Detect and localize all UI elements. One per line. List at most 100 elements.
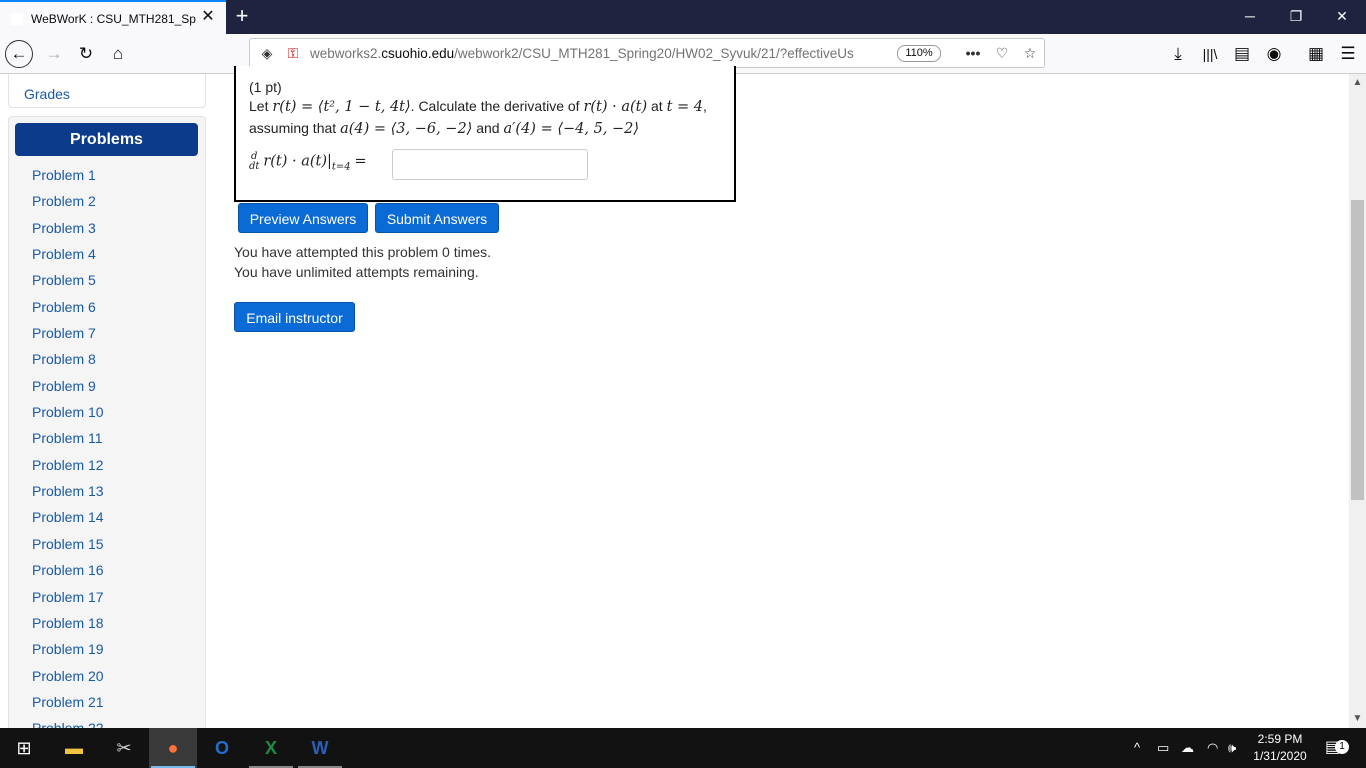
extensions-icon[interactable]: ▦ — [1302, 40, 1330, 68]
forward-icon[interactable]: → — [40, 40, 68, 68]
url-text[interactable]: webworks2.csuohio.edu/webwork2/CSU_MTH28… — [310, 46, 870, 61]
deriv-equals: = — [354, 153, 367, 170]
sidebar-problem-link[interactable]: Problem 9 — [32, 378, 104, 404]
show-hidden-icons-icon[interactable]: ^ — [1134, 728, 1140, 768]
text-at: at — [651, 98, 663, 114]
a-definition: a(4) = ⟨3, −6, −2⟩ — [340, 121, 473, 137]
problems-header[interactable]: Problems — [15, 123, 198, 156]
onedrive-icon[interactable]: ☁ — [1181, 728, 1194, 768]
home-icon[interactable]: ⌂ — [104, 40, 132, 68]
battery-icon[interactable]: ▭ — [1157, 728, 1169, 768]
derivative-expression: d dt r(t) · a(t)|t=4 = — [249, 152, 367, 173]
account-icon[interactable]: ◉ — [1260, 40, 1288, 68]
windows-start-icon[interactable]: ⊞ — [0, 728, 48, 768]
email-instructor-button[interactable]: Email instructor — [234, 302, 355, 332]
minimize-icon[interactable]: ─ — [1240, 6, 1260, 26]
problem-line-1: Let r(t) = ⟨t², 1 − t, 4t⟩. Calculate th… — [249, 98, 707, 115]
webwork-favicon-icon — [11, 13, 23, 25]
new-tab-icon[interactable]: + — [232, 5, 252, 27]
sidebar-problem-link[interactable]: Problem 7 — [32, 325, 104, 351]
browser-tab[interactable]: WeBWorK : CSU_MTH281_Sprin ✕ — [0, 0, 226, 34]
wifi-icon[interactable]: ◠ — [1207, 728, 1218, 768]
text-comma: , — [703, 98, 707, 114]
preview-answers-button[interactable]: Preview Answers — [238, 203, 368, 233]
remaining-message: You have unlimited attempts remaining. — [234, 264, 479, 280]
sidebar-problem-link[interactable]: Problem 16 — [32, 562, 104, 588]
problem-points: (1 pt) — [249, 79, 282, 95]
problem-list: Problem 1 Problem 2 Problem 3 Problem 4 Prob… — [32, 167, 104, 728]
sidebar-problem-link[interactable]: Problem 19 — [32, 641, 104, 667]
sidebar-problem-link[interactable]: Problem 2 — [32, 193, 104, 219]
sidebar-problem-link[interactable]: Problem 8 — [32, 351, 104, 377]
text-calc: . Calculate the derivative of — [410, 98, 580, 114]
action-center-icon[interactable]: ▤ 1 — [1325, 728, 1349, 768]
menu-icon[interactable]: ☰ — [1334, 40, 1362, 68]
text-and: and — [476, 120, 500, 136]
sidebar-problem-link[interactable]: Problem 11 — [32, 430, 104, 456]
library-icon[interactable]: |||\ — [1196, 40, 1224, 68]
sidebar-problem-link[interactable]: Problem 3 — [32, 220, 104, 246]
pocket-icon[interactable]: ♡ — [991, 42, 1013, 64]
page-actions-icon[interactable]: ••• — [962, 42, 984, 64]
download-icon[interactable]: ⤓ — [1164, 40, 1192, 68]
sidebar-problem-link[interactable]: Problem 5 — [32, 272, 104, 298]
course-sidebar: Grades Problems Problem 1 Problem 2 Proble… — [0, 74, 210, 728]
sidebar-problem-link[interactable]: Problem 20 — [32, 668, 104, 694]
page-scrollbar[interactable]: ▲ ▼ — [1349, 74, 1366, 728]
volume-icon[interactable]: 🕪 — [1228, 728, 1236, 768]
window-close-icon[interactable]: ✕ — [1332, 6, 1352, 26]
restore-icon[interactable]: ❐ — [1286, 6, 1306, 26]
sidebar-problem-link[interactable]: Problem 10 — [32, 404, 104, 430]
sidebar-problem-link[interactable]: Problem 12 — [32, 457, 104, 483]
browser-titlebar: WeBWorK : CSU_MTH281_Sprin ✕ + ─ ❐ ✕ — [0, 0, 1366, 34]
windows-taskbar: ⊞ ▬ ✂ ● O X W ^ ▭ ☁ ◠ 🕪 2:59 PM 1/31/202… — [0, 728, 1366, 768]
scroll-up-icon[interactable]: ▲ — [1349, 76, 1366, 90]
reload-icon[interactable]: ↻ — [72, 40, 100, 68]
sidebar-problem-link[interactable]: Problem 1 — [32, 167, 104, 193]
deriv-expr: r(t) · a(t)| — [263, 153, 332, 170]
problem-box: (1 pt) Let r(t) = ⟨t², 1 − t, 4t⟩. Calcu… — [234, 66, 736, 202]
file-explorer-icon[interactable]: ▬ — [50, 728, 98, 768]
sidebar-problem-link[interactable]: Problem 22 — [32, 720, 104, 728]
notification-count: 1 — [1335, 740, 1349, 754]
bookmark-star-icon[interactable]: ☆ — [1019, 42, 1041, 64]
submit-answers-button[interactable]: Submit Answers — [375, 203, 499, 233]
sidebar-problem-link[interactable]: Problem 6 — [32, 299, 104, 325]
t-value: t = 4 — [666, 99, 704, 115]
firefox-icon[interactable]: ● — [149, 728, 197, 768]
close-tab-icon[interactable]: ✕ — [200, 9, 216, 25]
answer-input[interactable] — [392, 149, 588, 180]
clock-date: 1/31/2020 — [1253, 749, 1307, 763]
scrollbar-thumb[interactable] — [1351, 200, 1364, 500]
attempts-message: You have attempted this problem 0 times. — [234, 244, 492, 260]
zoom-level[interactable]: 110% — [897, 45, 941, 62]
back-icon[interactable]: ← — [5, 40, 33, 68]
scroll-down-icon[interactable]: ▼ — [1349, 712, 1366, 726]
r-definition: r(t) = ⟨t², 1 − t, 4t⟩ — [272, 99, 411, 115]
sidebar-problem-link[interactable]: Problem 21 — [32, 694, 104, 720]
clock-time: 2:59 PM — [1257, 732, 1303, 746]
d-dt-fraction: d dt — [249, 151, 260, 172]
insecure-lock-icon[interactable]: ⚿ — [282, 42, 304, 64]
sidebar-toggle-icon[interactable]: ▤ — [1228, 40, 1256, 68]
sidebar-problem-link[interactable]: Problem 17 — [32, 589, 104, 615]
clock[interactable]: 2:59 PM 1/31/2020 — [1250, 731, 1310, 765]
address-bar[interactable]: ◈ ⚿ webworks2.csuohio.edu/webwork2/CSU_M… — [249, 38, 1045, 68]
r-dot-a: r(t) · a(t) — [583, 99, 648, 115]
sidebar-problem-link[interactable]: Problem 13 — [32, 483, 104, 509]
outlook-icon[interactable]: O — [198, 728, 246, 768]
sidebar-problem-link[interactable]: Problem 18 — [32, 615, 104, 641]
problem-line-2: assuming that a(4) = ⟨3, −6, −2⟩ and a′(… — [249, 120, 639, 137]
tab-title: WeBWorK : CSU_MTH281_Sprin — [31, 12, 196, 26]
grades-link[interactable]: Grades — [24, 86, 70, 102]
excel-icon[interactable]: X — [247, 728, 295, 768]
snipping-tool-icon[interactable]: ✂ — [100, 728, 148, 768]
text-let: Let — [249, 98, 269, 114]
sidebar-problem-link[interactable]: Problem 15 — [32, 536, 104, 562]
word-icon[interactable]: W — [296, 728, 344, 768]
text-assuming: assuming that — [249, 120, 337, 136]
deriv-sub: t=4 — [331, 161, 351, 173]
sidebar-problem-link[interactable]: Problem 14 — [32, 509, 104, 535]
shield-icon[interactable]: ◈ — [256, 42, 278, 64]
sidebar-problem-link[interactable]: Problem 4 — [32, 246, 104, 272]
